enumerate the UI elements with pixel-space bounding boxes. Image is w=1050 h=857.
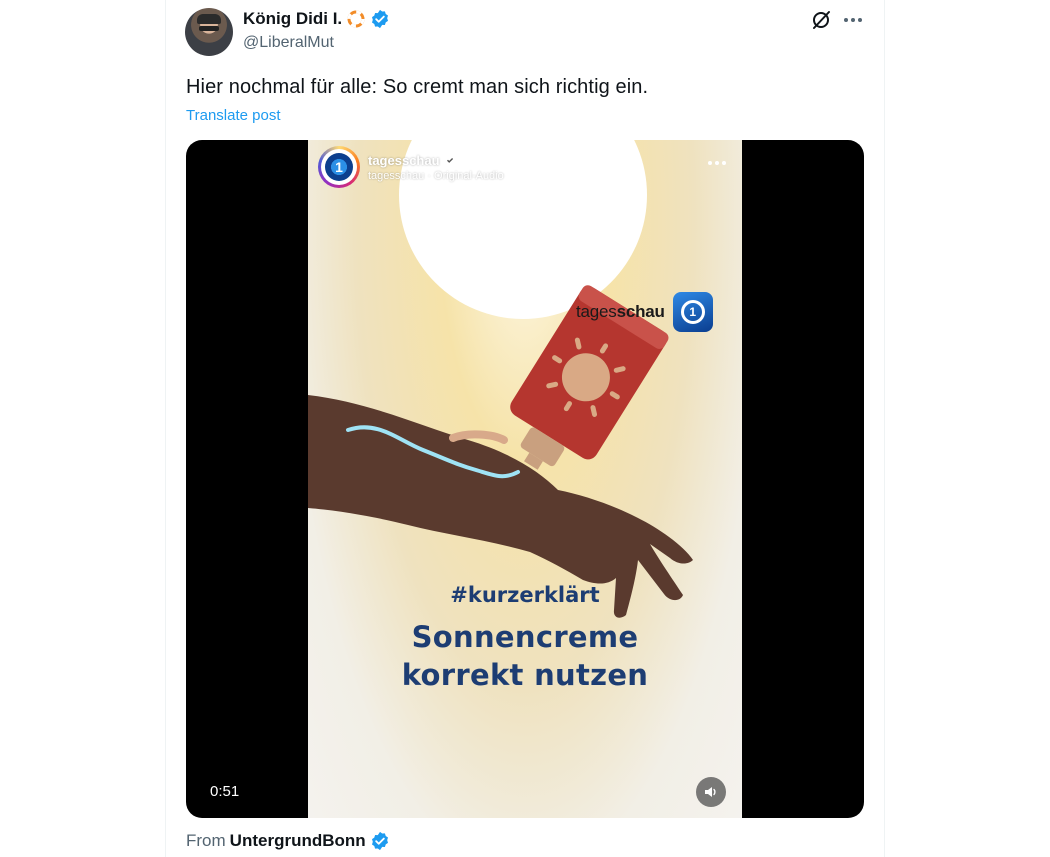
- account-info: tagesschau tagesschau · Original-Audio: [368, 153, 504, 182]
- video-title-line-1: Sonnencreme: [411, 620, 639, 654]
- video-account-header: 1 tagesschau tagesschau · Original-Audio: [318, 146, 504, 188]
- video-title-line-2: korrekt nutzen: [401, 658, 649, 692]
- avatar-hat: [197, 14, 221, 24]
- source-account-link[interactable]: UntergrundBonn: [230, 831, 366, 851]
- author-display-name[interactable]: König Didi I.: [243, 9, 342, 29]
- speaker-icon: [705, 787, 716, 797]
- author-avatar[interactable]: [185, 8, 233, 56]
- mute-button[interactable]: [696, 777, 726, 807]
- more-horizontal-icon[interactable]: [842, 9, 864, 31]
- video-player[interactable]: 1 tagesschau tagesschau · Original-Audio…: [186, 140, 864, 818]
- video-source-attribution: From UntergrundBonn: [186, 831, 390, 851]
- verified-badge-icon: [444, 154, 456, 166]
- account-subtitle: tagesschau · Original-Audio: [368, 169, 504, 182]
- video-hashtag: #kurzerklärt: [450, 583, 600, 607]
- author-handle[interactable]: @LiberalMut: [243, 34, 334, 52]
- brand-prefix: tages: [576, 302, 617, 321]
- video-duration: 0:51: [210, 783, 240, 800]
- translate-post-link[interactable]: Translate post: [186, 107, 281, 124]
- life-ring-icon: [347, 10, 365, 28]
- tagesschau-logo-icon: 1: [325, 153, 353, 181]
- tagesschau-logo-icon: 1: [672, 292, 713, 332]
- timeline-right-border: [884, 0, 885, 857]
- video-frame[interactable]: 1 tagesschau tagesschau · Original-Audio…: [308, 140, 742, 818]
- account-name[interactable]: tagesschau: [368, 153, 440, 168]
- tagesschau-brand: tagesschau 1: [576, 292, 713, 332]
- video-more-icon[interactable]: [706, 158, 728, 168]
- grok-icon[interactable]: [810, 9, 832, 31]
- author-name-row[interactable]: König Didi I.: [243, 9, 390, 29]
- timeline-left-border: [165, 0, 166, 857]
- cream-dab: [449, 430, 508, 444]
- brand-wordmark: tagesschau: [576, 302, 665, 322]
- post-text: Hier nochmal für alle: So cremt man sich…: [186, 76, 649, 98]
- verified-badge-icon: [371, 831, 388, 851]
- from-label: From: [186, 831, 226, 850]
- avatar-sunglasses: [199, 26, 219, 31]
- account-avatar[interactable]: 1: [318, 146, 360, 188]
- video-illustration: [308, 140, 693, 618]
- verified-badge-icon: [372, 9, 389, 29]
- brand-suffix: schau: [616, 302, 665, 321]
